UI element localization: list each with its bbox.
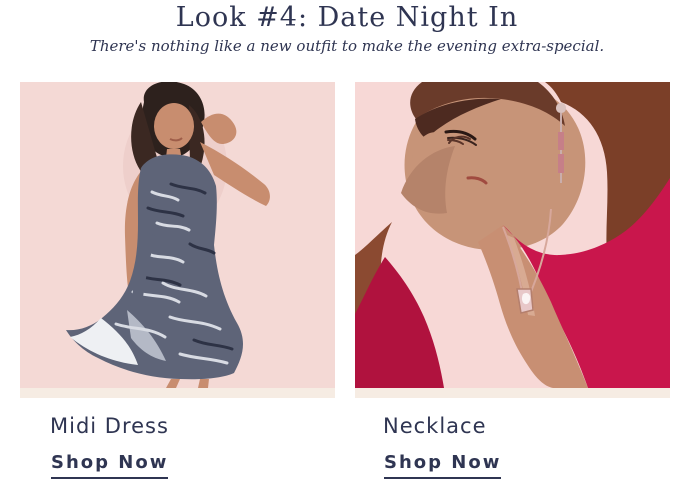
- page-subtitle: There's nothing like a new outfit to mak…: [89, 37, 605, 55]
- necklace-model-image: [355, 82, 670, 388]
- image-footer-strip: [20, 388, 335, 398]
- product-card-necklace: Necklace Shop Now: [355, 82, 670, 482]
- dress-model-image: [20, 82, 335, 388]
- product-title[interactable]: Midi Dress: [50, 414, 169, 438]
- product-image[interactable]: [355, 82, 670, 388]
- image-footer-strip: [355, 388, 670, 398]
- shop-now-link[interactable]: Shop Now: [51, 452, 169, 479]
- product-title[interactable]: Necklace: [383, 414, 487, 438]
- product-card-midi-dress: Midi Dress Shop Now: [20, 82, 335, 482]
- product-image[interactable]: [20, 82, 335, 388]
- page-title: Look #4: Date Night In: [175, 2, 519, 33]
- shop-now-link[interactable]: Shop Now: [384, 452, 502, 479]
